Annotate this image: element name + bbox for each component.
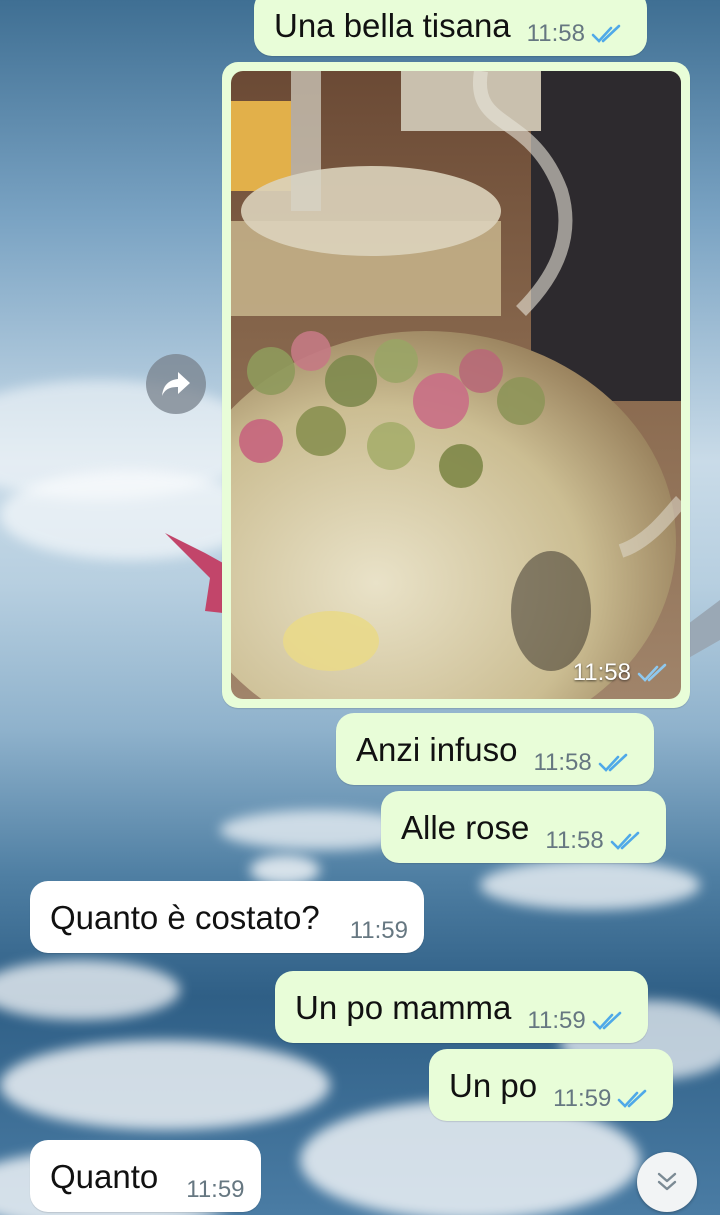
message-bubble-outgoing[interactable]: Un po mamma 11:59: [275, 971, 648, 1043]
double-check-icon: [592, 1011, 621, 1030]
message-bubble-incoming[interactable]: Quanto è costato? 11:59: [30, 881, 424, 953]
message-bubble-outgoing[interactable]: Anzi infuso 11:58: [336, 713, 654, 785]
message-bubble-outgoing[interactable]: Alle rose 11:58: [381, 791, 666, 863]
message-text: Un po mamma: [295, 989, 512, 1026]
airplane-wing-icon: [165, 533, 223, 613]
double-check-icon: [598, 753, 628, 772]
teapot-image: [231, 71, 681, 699]
double-check-icon: [591, 24, 621, 43]
message-bubble-outgoing[interactable]: Un po 11:59: [429, 1049, 674, 1121]
message-time: 11:59: [527, 1007, 586, 1034]
message-meta: 11:59: [527, 1007, 621, 1035]
message-meta: 11:59: [350, 917, 408, 945]
image-message[interactable]: 11:58: [222, 62, 690, 708]
message-meta: 11:59: [186, 1176, 244, 1204]
double-check-icon: [618, 1089, 647, 1108]
image-meta: 11:58: [573, 659, 667, 687]
message-meta: 11:58: [527, 20, 621, 48]
message-time: 11:58: [545, 827, 604, 854]
message-time: 11:58: [533, 749, 592, 776]
message-text: Anzi infuso: [356, 731, 518, 768]
message-time: 11:58: [526, 20, 585, 47]
message-time: 11:58: [572, 659, 631, 686]
message-time: 11:59: [553, 1085, 612, 1112]
double-check-icon: [610, 831, 639, 850]
message-meta: 11:58: [533, 749, 628, 777]
forward-arrow-icon: [162, 372, 190, 396]
message-meta: 11:58: [545, 827, 639, 855]
teapot-photo[interactable]: 11:58: [231, 71, 681, 699]
message-time: 11:59: [186, 1176, 245, 1203]
double-chevron-down-icon: [657, 1172, 677, 1191]
message-meta: 11:59: [553, 1085, 647, 1113]
double-check-icon: [637, 663, 667, 682]
message-text: Quanto è costato?: [50, 899, 320, 936]
message-bubble-outgoing[interactable]: Una bella tisana 11:58: [254, 0, 647, 56]
message-bubble-incoming[interactable]: Quanto 11:59: [30, 1140, 261, 1212]
scroll-to-bottom-button[interactable]: [637, 1152, 697, 1212]
message-time: 11:59: [349, 917, 408, 944]
message-text: Quanto: [50, 1158, 159, 1195]
message-text: Una bella tisana: [274, 7, 511, 44]
message-text: Un po: [449, 1067, 538, 1104]
message-text: Alle rose: [401, 809, 530, 846]
forward-button[interactable]: [146, 354, 206, 414]
